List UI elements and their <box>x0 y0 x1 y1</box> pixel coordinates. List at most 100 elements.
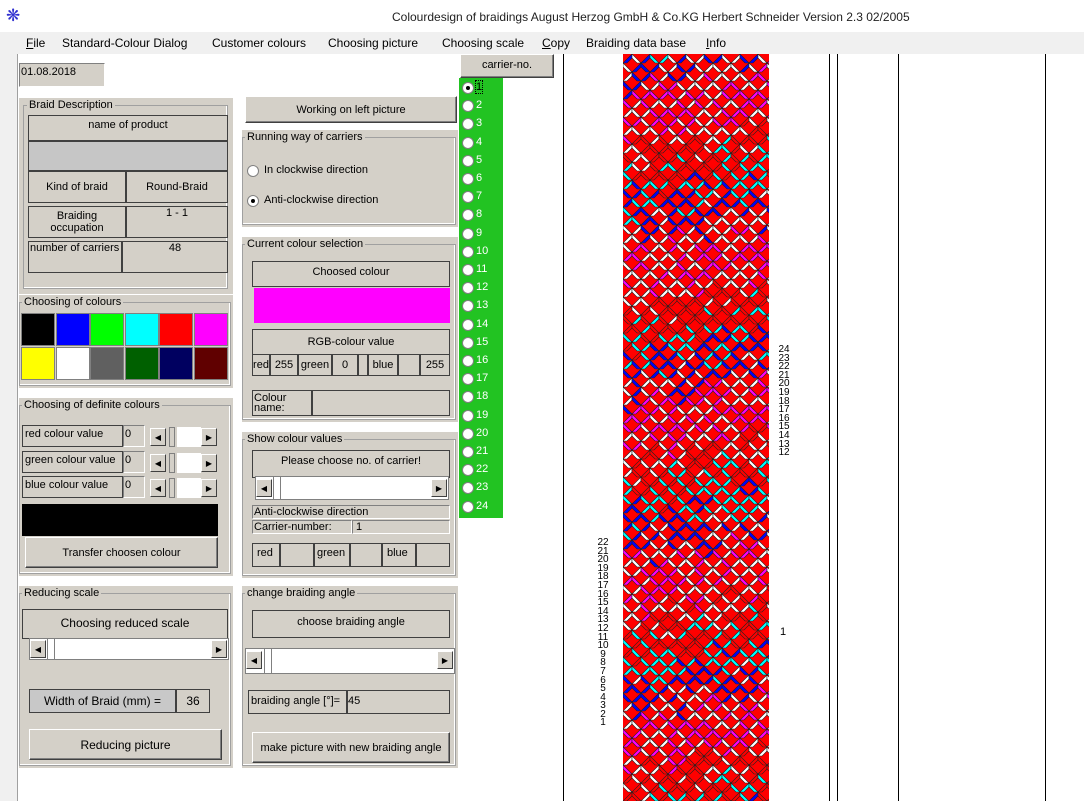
braiding-angle-value: 45 <box>347 690 450 714</box>
colour-swatch[interactable] <box>159 347 193 380</box>
reducing-picture-button[interactable]: Reducing picture <box>29 729 222 760</box>
green-scroll-left-icon[interactable]: ◀ <box>150 454 166 472</box>
menu-choosing-scale[interactable]: Choosing scale <box>442 36 524 50</box>
make-new-angle-button[interactable]: make picture with new braiding angle <box>252 732 450 763</box>
colour-name-value <box>312 390 450 416</box>
green-scroll-track[interactable] <box>169 453 175 473</box>
carrier-radio[interactable] <box>462 355 474 367</box>
colour-swatch[interactable] <box>159 313 193 346</box>
working-on-picture-button[interactable]: Working on left picture <box>245 96 457 123</box>
carrier-radio[interactable] <box>462 173 474 185</box>
carrier-radio[interactable] <box>462 391 474 404</box>
green-scroll-right-icon[interactable]: ▶ <box>201 454 217 472</box>
red-scroll-thumb[interactable] <box>177 427 201 447</box>
date-field[interactable]: 01.08.2018 <box>19 63 105 87</box>
carrier-scrollbar[interactable] <box>255 476 449 500</box>
menu-info[interactable]: Info <box>706 36 726 50</box>
menu-file[interactable]: File <box>26 36 45 50</box>
carrier-radio[interactable] <box>462 227 474 240</box>
carrier-radio[interactable] <box>462 409 474 422</box>
colour-swatch[interactable] <box>193 313 228 346</box>
braiding-angle-scrollbar[interactable] <box>245 648 455 674</box>
angle-scroll-left-icon[interactable]: ◀ <box>246 651 262 669</box>
carrier-no-header: carrier-no. <box>460 54 554 78</box>
reduced-scale-left-icon[interactable]: ◀ <box>30 640 46 658</box>
carrier-radio[interactable] <box>462 136 474 149</box>
menu-copy[interactable]: Copy <box>542 36 570 50</box>
carrier-radio[interactable] <box>462 245 474 258</box>
red-scroll-right-icon[interactable]: ▶ <box>201 428 217 446</box>
green-scroll-thumb[interactable] <box>177 453 201 473</box>
show-blue-label: blue <box>382 543 416 567</box>
carrier-radio[interactable] <box>462 118 474 131</box>
colour-swatch[interactable] <box>193 347 228 380</box>
red-scroll-left-icon[interactable]: ◀ <box>150 428 166 446</box>
blue-scroll-thumb[interactable] <box>177 478 201 498</box>
carrier-scroll-thumb[interactable] <box>273 477 281 499</box>
carrier-radio[interactable] <box>462 300 474 313</box>
carrier-radio[interactable] <box>462 427 474 440</box>
carrier-radio-label: 3 <box>476 117 483 130</box>
name-of-product-field[interactable] <box>28 141 228 171</box>
carrier-radio[interactable] <box>462 82 474 94</box>
carrier-radio-label: 16 <box>476 354 489 366</box>
reduced-scale-scrollbar[interactable] <box>29 638 229 660</box>
angle-scroll-right-icon[interactable]: ▶ <box>437 651 453 669</box>
menu-standard-colour-dialog[interactable]: Standard-Colour Dialog <box>62 36 187 50</box>
menu-choosing-picture[interactable]: Choosing picture <box>328 36 418 50</box>
carrier-radio-label: 13 <box>476 299 489 312</box>
definite-colours-panel: Choosing of definite colours red colour … <box>19 398 233 576</box>
carrier-radio-label: 12 <box>476 281 489 294</box>
rgb-blue-label: blue <box>368 354 398 376</box>
carrier-number-value: 1 <box>352 520 450 534</box>
carrier-radio-label: 1 <box>474 80 484 94</box>
braiding-angle-label: change braiding angle <box>245 587 358 599</box>
rgb-red-label: red <box>252 354 270 376</box>
carrier-radio[interactable] <box>462 500 474 513</box>
carrier-radio-label: 8 <box>476 208 483 221</box>
anticlockwise-radio[interactable] <box>247 195 259 207</box>
colour-swatch[interactable] <box>124 313 159 346</box>
carrier-radio[interactable] <box>462 282 474 295</box>
row-number: 1 <box>600 717 606 729</box>
colour-swatch[interactable] <box>124 347 159 380</box>
reduced-scale-right-icon[interactable]: ▶ <box>211 640 227 658</box>
menu-braiding-data-base[interactable]: Braiding data base <box>586 36 686 50</box>
menu-customer-colours[interactable]: Customer colours <box>212 36 306 50</box>
transfer-colour-button[interactable]: Transfer choosen colour <box>25 537 218 568</box>
red-scroll-track[interactable] <box>169 427 175 447</box>
reduced-scale-thumb[interactable] <box>47 639 55 659</box>
reducing-scale-label: Reducing scale <box>22 587 102 599</box>
carrier-radio[interactable] <box>462 191 474 204</box>
carrier-radio[interactable] <box>462 373 474 386</box>
clockwise-radio[interactable] <box>247 165 259 177</box>
carrier-radio[interactable] <box>462 264 474 276</box>
angle-scroll-thumb[interactable] <box>264 649 272 673</box>
carrier-radio[interactable] <box>462 209 474 222</box>
blue-scroll-right-icon[interactable]: ▶ <box>201 479 217 497</box>
colour-swatch[interactable] <box>90 313 124 346</box>
carrier-radio[interactable] <box>462 464 474 477</box>
anticlockwise-label: Anti-clockwise direction <box>264 194 379 206</box>
rgb-green-value: 0 <box>332 354 358 376</box>
carrier-radio-label: 11 <box>476 263 488 275</box>
carrier-radio[interactable] <box>462 336 474 349</box>
colour-swatch[interactable] <box>21 347 55 380</box>
colour-swatch[interactable] <box>90 347 124 380</box>
carrier-scroll-left-icon[interactable]: ◀ <box>256 479 272 497</box>
colour-swatch[interactable] <box>55 313 90 346</box>
colour-swatch[interactable] <box>55 347 90 380</box>
kind-of-braid-label: Kind of braid <box>28 171 126 203</box>
carrier-radio[interactable] <box>462 446 474 458</box>
colour-swatch[interactable] <box>21 313 55 346</box>
carrier-radio[interactable] <box>462 154 474 167</box>
blue-scroll-left-icon[interactable]: ◀ <box>150 479 166 497</box>
carrier-radio[interactable] <box>462 100 474 113</box>
carrier-list: 1 2 3 4 5 6 7 8 9 10 11 12 13 14 15 16 17 18 19 20 21 22 23 24 <box>459 78 503 518</box>
carrier-scroll-right-icon[interactable]: ▶ <box>431 479 447 497</box>
carrier-radio[interactable] <box>462 318 474 331</box>
carrier-radio[interactable] <box>462 482 474 495</box>
running-way-label: Running way of carriers <box>245 131 365 143</box>
blue-scroll-track[interactable] <box>169 478 175 498</box>
carrier-number-label: Carrier-number: <box>252 520 352 534</box>
